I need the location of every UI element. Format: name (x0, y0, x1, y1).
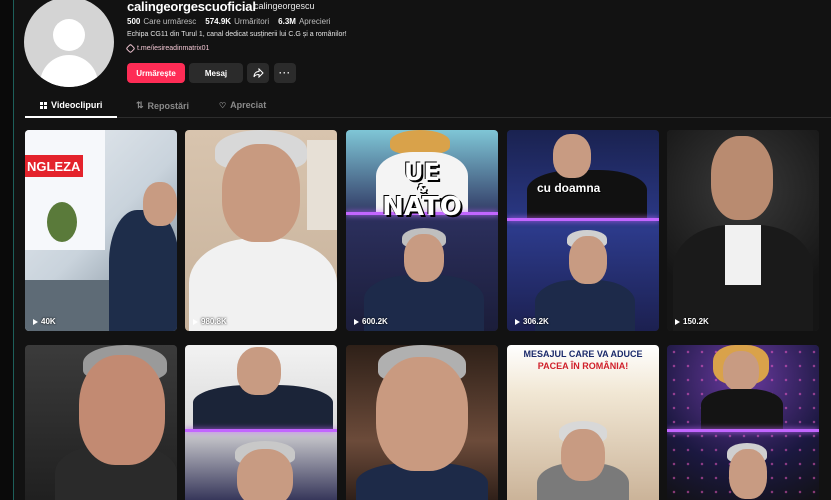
view-count: 306.2K (515, 317, 549, 326)
profile-stats: 500 Care urmăresc 574.9K Urmăritori 6.3M Ap… (127, 17, 331, 26)
avatar[interactable] (24, 0, 114, 87)
video-card[interactable] (25, 345, 177, 500)
profile-link[interactable]: t.me/iesireadinmatrix01 (125, 43, 209, 54)
stat-likes-label: Aprecieri (298, 17, 331, 26)
person-face-shape (376, 357, 468, 471)
avatar-head-shape (53, 19, 85, 51)
person-face-shape (79, 355, 165, 465)
video-card[interactable] (346, 345, 498, 500)
person-shirt-shape (725, 225, 761, 285)
repost-icon: ⇅ (136, 100, 144, 110)
thumbnail-caption-line-2: PACEA ÎN ROMÂNIA! (537, 361, 629, 371)
person-face-shape (711, 136, 773, 220)
play-icon (354, 318, 359, 325)
message-button[interactable]: Mesaj (189, 63, 243, 83)
tab-videos[interactable]: Videoclipuri (40, 100, 102, 110)
video-card[interactable] (667, 345, 819, 500)
thumbnail-caption-line-1: MESAJUL CARE VA ADUCE (523, 349, 643, 359)
view-count-value: 600.2K (362, 317, 388, 326)
person-shape (535, 280, 635, 331)
profile-page: calingeorgescuoficial calingeorgescu 500… (0, 0, 831, 500)
play-icon (193, 318, 198, 325)
thumbnail-shelf-shape (307, 140, 337, 230)
profile-link-text[interactable]: t.me/iesireadinmatrix01 (137, 45, 209, 52)
person-face-shape (729, 449, 767, 499)
grid-icon (40, 101, 47, 109)
thumbnail-caption: NGLEZA (25, 155, 83, 177)
profile-username: calingeorgescuoficial (127, 0, 256, 14)
view-count: 150.2K (675, 317, 709, 326)
share-icon (253, 68, 264, 78)
stat-likes: 6.3M Aprecieri (278, 17, 330, 26)
tab-liked[interactable]: ♡ Apreciat (219, 100, 266, 110)
play-icon (33, 318, 38, 325)
person-shape (527, 170, 647, 220)
stat-followers-value: 574.9K (205, 17, 232, 26)
profile-bio: Echipa CG11 din Turul 1, canal dedicat s… (127, 31, 347, 38)
person-face-shape (237, 449, 293, 500)
thumbnail-caption-line-3: NATO (382, 192, 462, 222)
stat-following[interactable]: 500 Care urmăresc (127, 17, 196, 26)
tab-reposts[interactable]: ⇅ Repostări (136, 100, 189, 111)
person-face-shape (561, 429, 605, 481)
link-icon (125, 43, 136, 54)
view-count: 600.2K (354, 317, 388, 326)
profile-tabs: Videoclipuri ⇅ Repostări ♡ Apreciat (25, 96, 831, 118)
person-face-shape (222, 144, 300, 242)
view-count: 40K (33, 317, 56, 326)
stat-likes-value: 6.3M (278, 17, 296, 26)
video-card[interactable]: cu doamna 306.2K (507, 130, 659, 331)
tab-liked-label: Apreciat (230, 100, 267, 110)
video-card[interactable]: MESAJUL CARE VA ADUCE PACEA ÎN ROMÂNIA! (507, 345, 659, 500)
person-shape (109, 210, 177, 331)
heart-outline-icon: ♡ (219, 100, 227, 110)
follow-button[interactable]: Urmărește (127, 63, 185, 83)
person-face-shape (404, 234, 444, 282)
view-count: 980.8K (193, 317, 227, 326)
person-face-shape (143, 182, 177, 226)
view-count-value: 40K (41, 317, 56, 326)
stat-following-value: 500 (127, 17, 141, 26)
thumbnail-caption: cu doamna (537, 181, 601, 195)
tab-videos-label: Videoclipuri (51, 100, 103, 110)
thumbnail-plant-shape (47, 202, 77, 242)
more-options-button[interactable]: ··· (274, 63, 296, 83)
person-face-shape (569, 236, 607, 284)
video-card[interactable]: 980.8K (185, 130, 337, 331)
stat-following-label: Care urmăresc (143, 17, 197, 26)
view-count-value: 150.2K (683, 317, 709, 326)
view-count-value: 980.8K (201, 317, 227, 326)
video-card[interactable]: NGLEZA 40K (25, 130, 177, 331)
person-shape (701, 389, 783, 429)
video-card[interactable]: 150.2K (667, 130, 819, 331)
thumbnail-divider (507, 218, 659, 221)
thumbnail-divider (667, 429, 819, 432)
play-icon (515, 318, 520, 325)
person-face-shape (237, 347, 281, 395)
active-tab-indicator (25, 116, 117, 118)
thumbnail-divider (185, 429, 337, 432)
person-face-shape (553, 134, 591, 178)
avatar-body-shape (40, 55, 98, 87)
video-card[interactable]: UE & NATO 600.2K (346, 130, 498, 331)
video-card[interactable] (185, 345, 337, 500)
person-hair-shape (390, 130, 450, 154)
tab-reposts-label: Repostări (147, 100, 190, 111)
person-face-shape (723, 351, 759, 391)
view-count-value: 306.2K (523, 317, 549, 326)
play-icon (675, 318, 680, 325)
profile-nickname: calingeorgescu (254, 1, 315, 11)
stat-followers-label: Urmăritori (234, 17, 270, 26)
share-button[interactable] (247, 63, 269, 83)
stat-followers[interactable]: 574.9K Urmăritori (205, 17, 269, 26)
window-left-edge (0, 0, 14, 500)
